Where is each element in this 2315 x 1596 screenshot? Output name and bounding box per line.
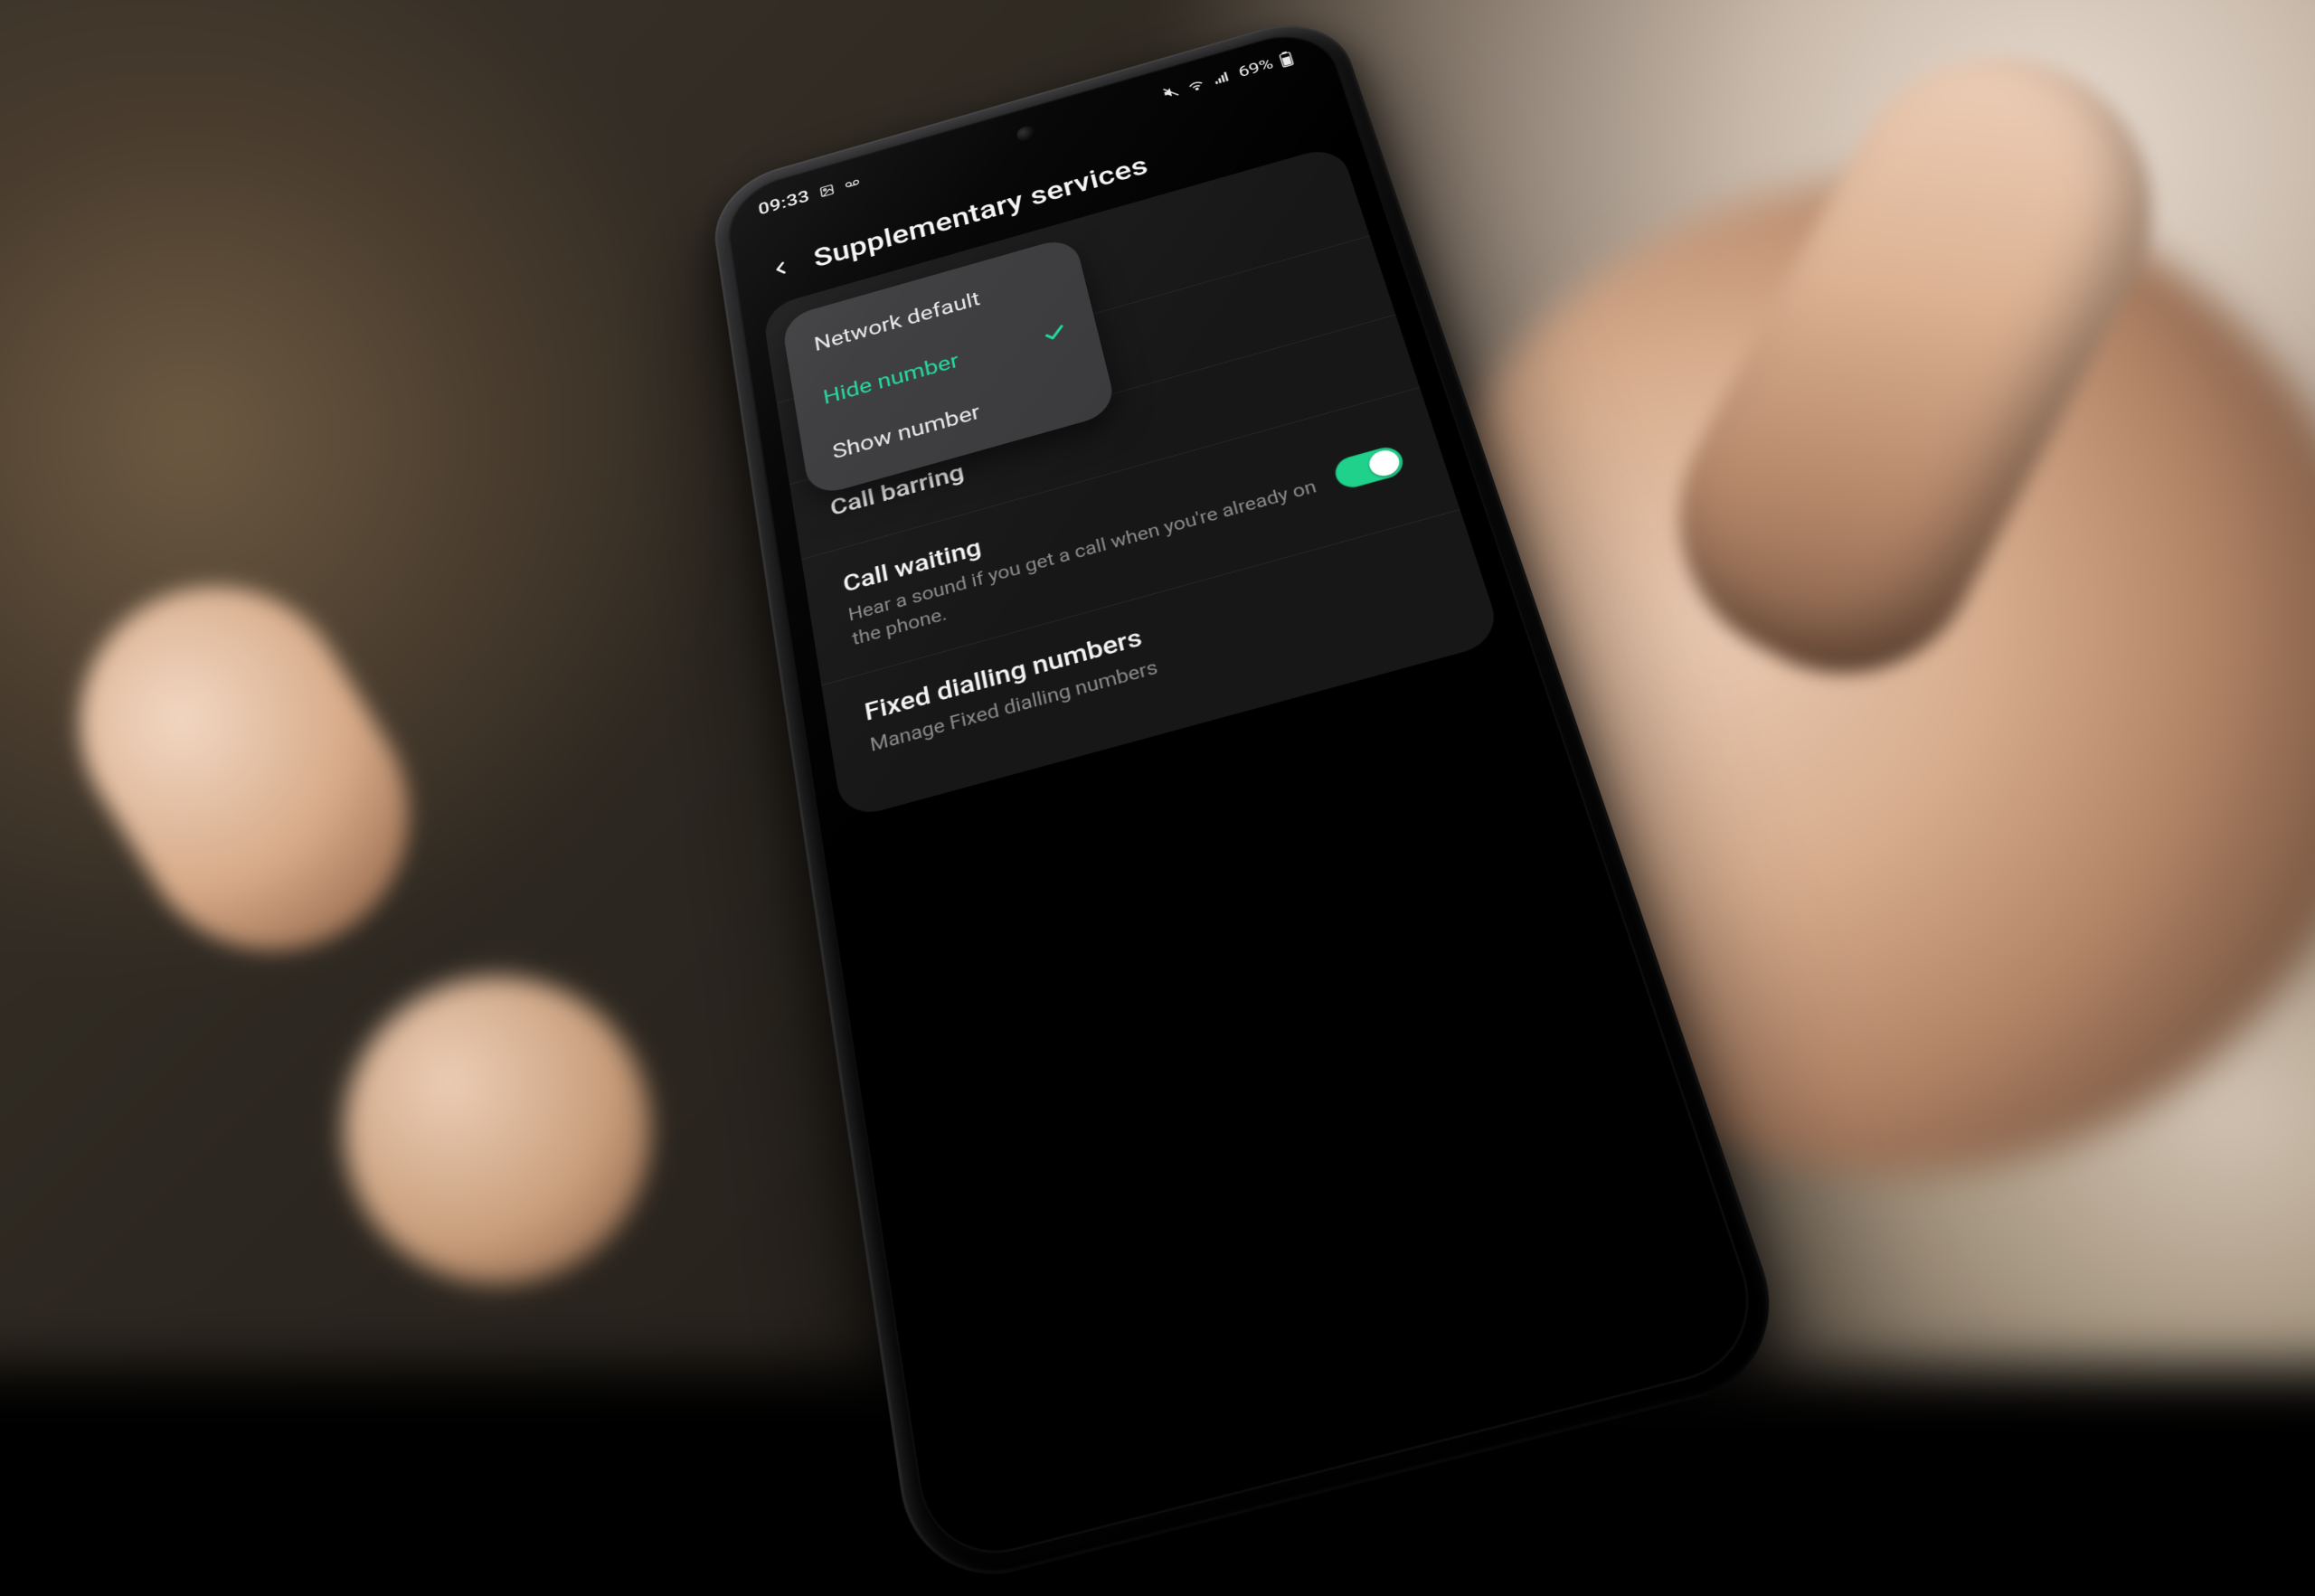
chevron-left-icon xyxy=(767,255,794,281)
status-battery-percent: 69% xyxy=(1236,55,1275,80)
wifi-icon xyxy=(1186,75,1208,94)
gallery-icon xyxy=(818,183,836,199)
signal-icon xyxy=(1211,69,1232,86)
battery-icon xyxy=(1278,50,1295,68)
back-button[interactable] xyxy=(761,250,799,287)
voicemail-icon xyxy=(844,175,861,192)
mute-icon xyxy=(1161,83,1181,100)
check-icon xyxy=(1041,320,1069,346)
status-clock: 09:33 xyxy=(757,187,811,219)
